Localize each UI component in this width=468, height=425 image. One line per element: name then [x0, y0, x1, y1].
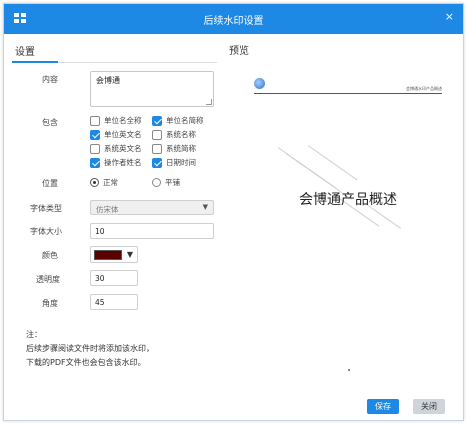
note-line-2: 下载的PDF文件也会包含该水印。	[26, 358, 146, 367]
radio-dot[interactable]	[90, 177, 99, 187]
settings-tab-label: 设置	[15, 47, 35, 58]
title-bar: 后续水印设置 ×	[4, 4, 463, 34]
checkbox[interactable]	[90, 157, 100, 168]
option-org-shortname[interactable]: 单位名简称	[152, 115, 204, 126]
radio-label: 平铺	[165, 177, 180, 187]
page-marker	[348, 369, 350, 371]
save-button[interactable]: 保存	[367, 399, 399, 414]
angle-value: 45	[95, 298, 105, 307]
font-type-value: 仿宋体	[96, 205, 119, 214]
color-swatch	[94, 250, 122, 260]
close-button[interactable]: 关闭	[413, 399, 445, 414]
option-label: 单位英文名	[104, 130, 142, 139]
resize-grip-icon[interactable]	[206, 99, 212, 105]
include-label: 包含	[42, 118, 58, 127]
font-type-select[interactable]: 仿宋体 ▼	[90, 200, 214, 215]
font-size-input[interactable]: 10	[90, 223, 214, 239]
checkbox[interactable]	[152, 157, 162, 168]
opacity-label: 透明度	[36, 275, 60, 284]
preview-page: 会博通水印产品概述 会博通产品概述	[250, 75, 446, 375]
option-system-short[interactable]: 系统简称	[152, 143, 196, 154]
content-label: 内容	[42, 75, 58, 84]
checkbox[interactable]	[90, 129, 100, 140]
radio-dot[interactable]	[152, 177, 161, 187]
font-size-label: 字体大小	[30, 227, 62, 236]
opacity-value: 30	[95, 274, 105, 283]
settings-header: 设置	[12, 42, 217, 63]
watermark-settings-dialog: 后续水印设置 × 设置 预览 内容 会博通 包含 单位名全称 单位名简称 单位英…	[3, 3, 464, 421]
position-tile-radio[interactable]: 平铺	[152, 177, 180, 187]
opacity-input[interactable]: 30	[90, 270, 138, 286]
checkbox[interactable]	[152, 143, 162, 154]
option-label: 日期时间	[166, 158, 196, 167]
company-logo-icon	[254, 78, 265, 89]
color-label: 颜色	[42, 251, 58, 260]
option-label: 系统英文名	[104, 144, 142, 153]
angle-input[interactable]: 45	[90, 294, 138, 310]
content-value: 会博通	[96, 76, 120, 85]
position-normal-radio[interactable]: 正常	[90, 177, 118, 187]
option-label: 操作者姓名	[104, 158, 142, 167]
header-rule	[254, 93, 442, 94]
option-datetime[interactable]: 日期时间	[152, 157, 196, 168]
color-picker[interactable]: ▼	[90, 246, 138, 263]
close-icon[interactable]: ×	[445, 11, 454, 23]
option-label: 系统简称	[166, 144, 196, 153]
position-label: 位置	[42, 179, 58, 188]
angle-label: 角度	[42, 299, 58, 308]
option-org-english[interactable]: 单位英文名	[90, 129, 142, 140]
preview-doc-title: 会博通产品概述	[299, 192, 397, 208]
option-system-name[interactable]: 系统名称	[152, 129, 196, 140]
radio-label: 正常	[103, 177, 118, 187]
checkbox[interactable]	[90, 143, 100, 154]
font-type-label: 字体类型	[30, 204, 62, 213]
dropdown-arrow-icon: ▼	[202, 203, 208, 211]
checkbox[interactable]	[152, 115, 162, 126]
font-size-value: 10	[95, 227, 105, 236]
dialog-title: 后续水印设置	[203, 16, 264, 27]
preview-header-text: 会博通水印产品概述	[406, 86, 442, 91]
note-line-1: 后续步骤阅读文件时将添加该水印，	[26, 344, 154, 353]
option-operator-name[interactable]: 操作者姓名	[90, 157, 142, 168]
option-system-english[interactable]: 系统英文名	[90, 143, 142, 154]
checkbox[interactable]	[90, 115, 100, 126]
note-heading: 注：	[26, 330, 42, 339]
content-textarea[interactable]: 会博通	[90, 71, 214, 107]
option-label: 系统名称	[166, 130, 196, 139]
dropdown-arrow-icon: ▼	[126, 250, 133, 259]
settings-underline	[12, 61, 58, 63]
option-label: 单位名全称	[104, 116, 142, 125]
option-label: 单位名简称	[166, 116, 204, 125]
option-org-fullname[interactable]: 单位名全称	[90, 115, 142, 126]
checkbox[interactable]	[152, 129, 162, 140]
preview-header: 预览	[229, 46, 249, 57]
